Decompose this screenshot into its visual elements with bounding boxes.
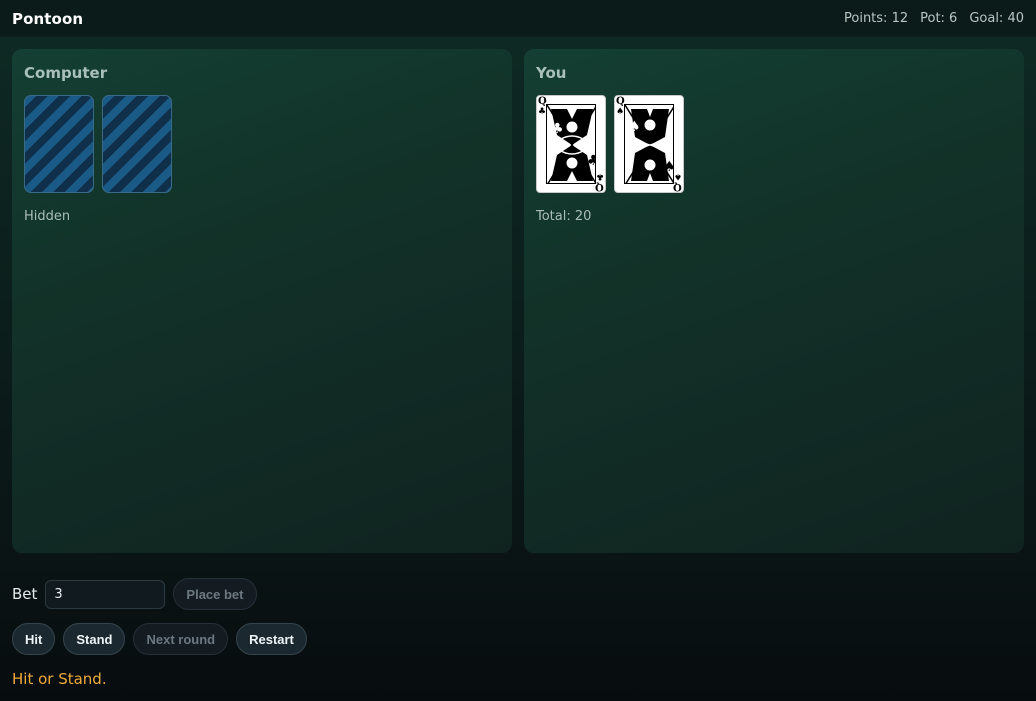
- clubs-icon: ♣: [538, 107, 547, 117]
- computer-hand: [24, 95, 172, 193]
- score-stats: Points: 12 Pot: 6 Goal: 40: [844, 11, 1024, 26]
- stand-button[interactable]: Stand: [63, 623, 126, 655]
- svg-text:♣: ♣: [551, 121, 564, 137]
- card-back: [24, 95, 94, 193]
- queen-of-clubs-card: Q ♣ ♣ ♣ ♣ Q: [536, 95, 606, 193]
- controls: Bet Place bet Hit Stand Next round Resta…: [12, 578, 1024, 688]
- bet-input[interactable]: [45, 579, 166, 609]
- points-stat: Points: 12: [844, 11, 909, 26]
- computer-caption: Hidden: [24, 209, 71, 224]
- card-rank: Q: [673, 181, 682, 192]
- app-title: Pontoon: [12, 10, 84, 28]
- svg-text:♣: ♣: [587, 153, 596, 169]
- spades-icon: ♠: [616, 107, 625, 117]
- hit-button[interactable]: Hit: [12, 623, 56, 655]
- player-panel: You Q ♣ ♣ ♣ Q Q ♠ ♠ ♠ Q Total: 20: [524, 49, 1024, 553]
- place-bet-button[interactable]: Place bet: [173, 578, 257, 610]
- queen-figure-icon: ♣ ♣: [546, 104, 596, 184]
- card-rank: Q: [595, 181, 604, 192]
- status-message: Hit or Stand.: [12, 670, 107, 688]
- player-hand: Q ♣ ♣ ♣ ♣ Q: [536, 95, 684, 193]
- svg-text:♠: ♠: [628, 119, 641, 135]
- clubs-icon: ♣: [595, 171, 604, 181]
- player-total: Total: 20: [536, 209, 592, 224]
- pontoon-app: Pontoon Points: 12 Pot: 6 Goal: 40 Compu…: [0, 0, 1036, 701]
- bet-label: Bet: [12, 585, 38, 603]
- svg-text:♠: ♠: [663, 159, 674, 175]
- pot-stat: Pot: 6: [920, 11, 958, 26]
- action-buttons: Hit Stand Next round Restart: [12, 623, 1024, 655]
- next-round-button[interactable]: Next round: [133, 623, 229, 655]
- spades-icon: ♠: [673, 171, 682, 181]
- restart-button[interactable]: Restart: [236, 623, 307, 655]
- card-back: [102, 95, 172, 193]
- bet-row: Bet Place bet: [12, 578, 1024, 610]
- player-title: You: [536, 64, 567, 82]
- top-bar: Pontoon Points: 12 Pot: 6 Goal: 40: [0, 0, 1036, 37]
- computer-title: Computer: [24, 64, 108, 82]
- computer-panel: Computer Hidden: [12, 49, 512, 553]
- queen-of-spades-card: Q ♠ ♠ ♠ ♠ Q: [614, 95, 684, 193]
- queen-figure-icon: ♠ ♠: [624, 104, 674, 184]
- goal-stat: Goal: 40: [969, 11, 1024, 26]
